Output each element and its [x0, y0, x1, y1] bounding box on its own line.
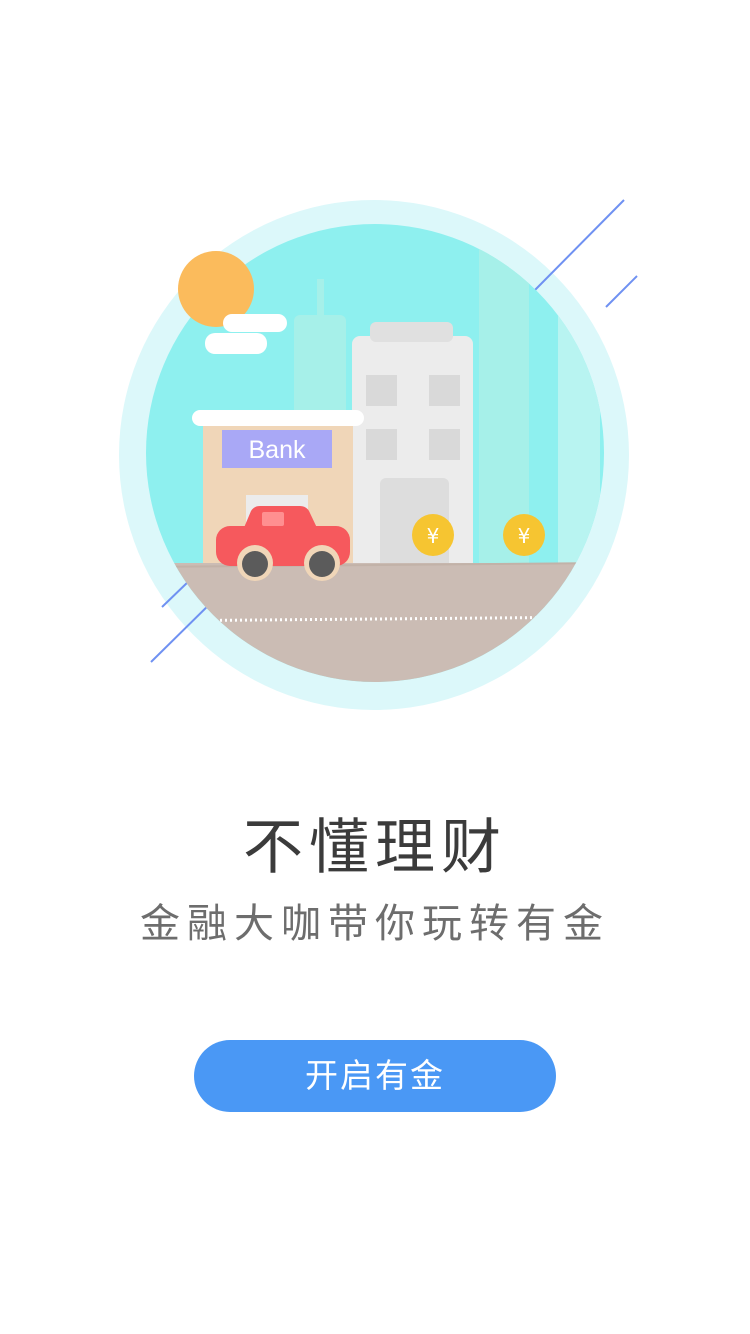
bank-roof — [192, 410, 364, 426]
decor-line — [532, 199, 625, 293]
bank-sign-text: Bank — [249, 436, 306, 464]
coin-symbol: ¥ — [518, 524, 531, 548]
coin-symbol: ¥ — [427, 524, 440, 548]
office-window — [366, 429, 397, 460]
office-window — [429, 429, 460, 460]
decor-line — [605, 275, 638, 308]
office-roof — [370, 322, 453, 342]
tower-spire — [317, 279, 324, 319]
onboarding-title: 不懂理财 — [243, 813, 507, 883]
office-window — [429, 375, 460, 406]
car-wheel — [242, 551, 268, 577]
car-wheel — [309, 551, 335, 577]
onboarding-subtitle: 金融大咖带你玩转有金 — [140, 901, 610, 947]
start-button[interactable]: 开启有金 — [194, 1040, 556, 1112]
city-bank-illustration: Bank ¥ ¥ — [119, 199, 638, 710]
car-window — [262, 512, 284, 526]
onboarding-illustration: Bank ¥ ¥ — [0, 0, 750, 760]
office-window — [366, 375, 397, 406]
